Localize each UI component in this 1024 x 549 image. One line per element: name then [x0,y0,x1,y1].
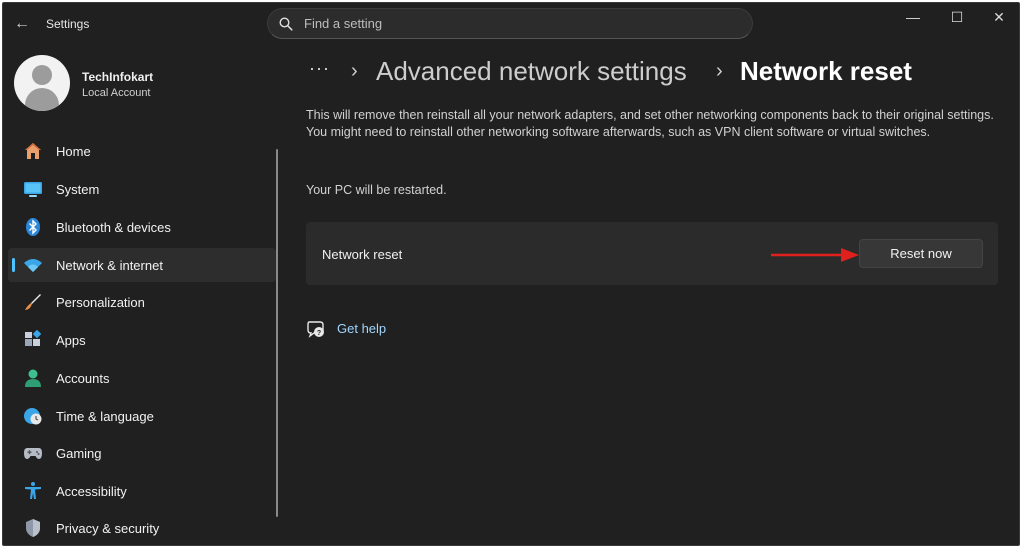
sidebar-item-label: Personalization [56,295,145,310]
app-title: Settings [46,17,90,31]
svg-text:?: ? [317,330,321,337]
person-icon [25,369,41,387]
sidebar-item-accessibility[interactable]: Accessibility [8,474,276,508]
search-input[interactable] [304,9,734,38]
selection-indicator [12,258,15,272]
breadcrumb-overflow-button[interactable]: ··· [309,58,330,79]
bluetooth-icon [26,218,40,236]
sidebar-item-personalization[interactable]: Personalization [8,285,276,319]
sidebar-item-label: Network & internet [56,258,163,273]
sidebar-item-bluetooth[interactable]: Bluetooth & devices [8,210,276,244]
avatar[interactable] [14,55,70,111]
gamepad-icon [24,448,42,459]
sidebar-item-privacy[interactable]: Privacy & security [8,511,276,545]
user-name: TechInfokart [82,70,154,84]
brush-icon [25,294,41,310]
close-button[interactable]: ✕ [977,5,1019,29]
search-icon [279,17,293,31]
avatar-head [32,65,52,85]
sidebar-item-home[interactable]: Home [8,134,276,168]
breadcrumb-separator: › [716,60,723,82]
wifi-icon [24,259,42,272]
breadcrumb-separator: › [351,60,358,82]
network-reset-label: Network reset [322,247,403,262]
minimize-button[interactable]: — [891,5,935,29]
reset-now-button[interactable]: Reset now [859,239,983,268]
sidebar-item-system[interactable]: System [8,172,276,206]
accessibility-icon [25,482,41,499]
help-icon: ? [307,321,324,338]
sidebar-item-label: Time & language [56,409,154,424]
monitor-icon [24,182,42,197]
maximize-button[interactable]: ☐ [935,5,979,29]
get-help-link[interactable]: Get help [337,321,386,336]
sidebar-item-label: Accounts [56,371,110,386]
red-arrow-annotation [771,248,859,262]
sidebar-item-network[interactable]: Network & internet [8,248,276,282]
sidebar-item-label: Gaming [56,446,102,461]
sidebar-item-label: System [56,182,100,197]
sidebar-item-label: Home [56,144,91,159]
reset-description: This will remove then reinstall all your… [306,108,994,139]
sidebar-item-label: Accessibility [56,484,127,499]
avatar-body [25,88,59,111]
search-box[interactable] [267,8,753,39]
account-type: Local Account [82,87,151,99]
sidebar-item-gaming[interactable]: Gaming [8,436,276,470]
sidebar-item-label: Apps [56,333,86,348]
globe-clock-icon [24,408,42,425]
sidebar-item-label: Privacy & security [56,521,160,536]
apps-icon [25,330,42,346]
sidebar-item-time-language[interactable]: Time & language [8,399,276,433]
back-arrow-icon[interactable]: ← [11,13,33,35]
restart-note: Your PC will be restarted. [306,183,447,197]
sidebar-item-apps[interactable]: Apps [8,323,276,357]
settings-window: ← Settings — ☐ ✕ TechInfokart Local Acco… [2,2,1020,546]
sidebar-scrollbar[interactable] [276,149,278,517]
home-icon [25,143,41,159]
breadcrumb-parent-link[interactable]: Advanced network settings [376,56,687,87]
sidebar-item-accounts[interactable]: Accounts [8,361,276,395]
sidebar-item-label: Bluetooth & devices [56,220,171,235]
shield-icon [26,519,40,537]
page-title: Network reset [740,56,912,86]
network-reset-card: Network reset Reset now [306,222,998,285]
